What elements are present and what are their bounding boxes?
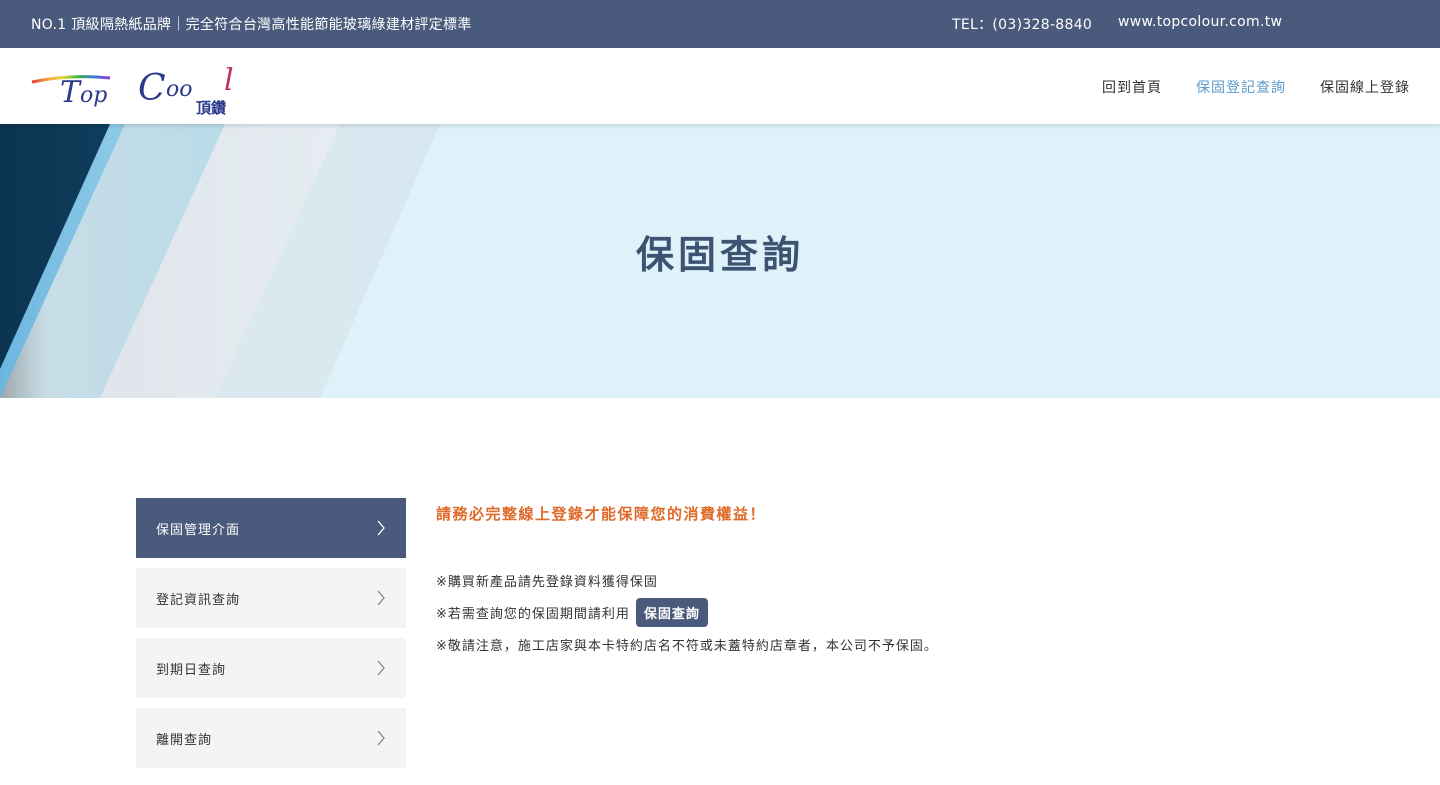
- sidebar-item-registration-query[interactable]: 登記資訊查詢: [136, 568, 406, 628]
- nav-warranty-query[interactable]: 保固登記查詢: [1196, 77, 1286, 97]
- page-title: 保固查詢: [635, 233, 804, 277]
- page-banner: 保固查詢: [0, 124, 1440, 398]
- phone-number[interactable]: TEL：(03)328-8840: [952, 14, 1092, 34]
- chevron-right-icon: [377, 520, 385, 536]
- info-line-new-product: ※購買新產品請先登錄資料獲得保固: [436, 574, 658, 590]
- nav-home[interactable]: 回到首頁: [1102, 77, 1162, 97]
- info-line-query-text: ※若需查詢您的保固期間請利用: [436, 606, 630, 622]
- logo-sub-text: 頂鑽: [196, 99, 226, 117]
- topcool-logo[interactable]: T op C oo l 頂鑽: [30, 58, 250, 118]
- warranty-query-button[interactable]: 保固查詢: [635, 597, 708, 627]
- nav-warranty-register[interactable]: 保固線上登錄: [1320, 77, 1410, 97]
- info-line-disclaimer: ※敬請注意，施工店家與本卡特約店名不符或未蓋特約店章者，本公司不予保固。: [436, 638, 938, 654]
- sidebar-item-label: 登記資訊查詢: [156, 592, 241, 608]
- sidebar-menu: 保固管理介面 登記資訊查詢 到期日查詢 離開查詢: [136, 498, 406, 778]
- svg-text:l: l: [224, 63, 234, 98]
- svg-text:oo: oo: [166, 77, 193, 102]
- chevron-right-icon: [377, 730, 385, 746]
- sidebar-item-expiry-query[interactable]: 到期日查詢: [136, 638, 406, 698]
- site-header: T op C oo l 頂鑽 回到首頁 保固登記查詢 保固線上登錄: [0, 48, 1440, 124]
- svg-text:C: C: [138, 68, 166, 109]
- svg-text:T: T: [60, 75, 82, 110]
- sidebar-item-warranty-admin[interactable]: 保固管理介面: [136, 498, 406, 558]
- website-link[interactable]: www.topcolour.com.tw: [1118, 14, 1282, 30]
- main-nav: 回到首頁 保固登記查詢 保固線上登錄: [1102, 77, 1410, 97]
- chevron-right-icon: [377, 660, 385, 676]
- registration-notice: 請務必完整線上登錄才能保障您的消費權益！: [436, 505, 767, 523]
- sidebar-item-label: 保固管理介面: [156, 522, 241, 538]
- top-info-bar: NO.1 頂級隔熱紙品牌｜完全符合台灣高性能節能玻璃綠建材評定標準 TEL：(0…: [0, 0, 1440, 48]
- sidebar-item-label: 離開查詢: [156, 732, 213, 748]
- main-content: 請務必完整線上登錄才能保障您的消費權益！ ※購買新產品請先登錄資料獲得保固 ※若…: [436, 498, 1336, 660]
- brand-slogan: NO.1 頂級隔熱紙品牌｜完全符合台灣高性能節能玻璃綠建材評定標準: [31, 17, 472, 33]
- svg-text:op: op: [80, 83, 107, 108]
- info-lines: ※購買新產品請先登錄資料獲得保固 ※若需查詢您的保固期間請利用 保固查詢 ※敬請…: [436, 564, 1336, 660]
- sidebar-item-exit-query[interactable]: 離開查詢: [136, 708, 406, 768]
- info-line-query: ※若需查詢您的保固期間請利用 保固查詢: [436, 596, 1336, 628]
- sidebar-item-label: 到期日查詢: [156, 662, 227, 678]
- chevron-right-icon: [377, 590, 385, 606]
